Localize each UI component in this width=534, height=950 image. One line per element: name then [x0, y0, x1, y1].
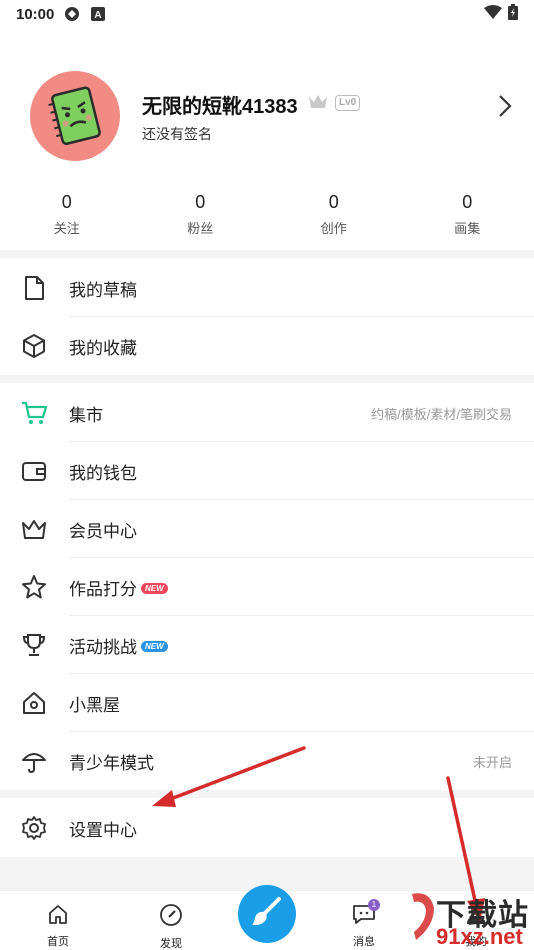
signature: 还没有签名 [142, 126, 212, 142]
menu-item-vip[interactable]: 会员中心 [0, 500, 534, 558]
stats-bar: 0 关注 0 粉丝 0 创作 0 画集 [0, 192, 534, 244]
menu-item-challenge[interactable]: 活动挑战 NEW [0, 616, 534, 674]
keyboard-a-icon: A [90, 6, 106, 22]
nav-discover[interactable]: 发现 [141, 903, 201, 950]
section-separator [0, 375, 534, 383]
create-button[interactable] [238, 885, 296, 943]
crown-badge-icon [308, 93, 328, 114]
level-badge: Lv0 [335, 95, 361, 111]
stat-value: 0 [462, 192, 473, 212]
teen-mode-status: 未开启 [472, 754, 512, 770]
market-hint: 约稿/模板/素材/笔刷交易 [371, 406, 512, 422]
avatar[interactable] [30, 71, 120, 161]
cart-icon [20, 399, 48, 427]
menu-label: 我的钱包 [69, 463, 137, 483]
nav-home[interactable]: 首页 [28, 903, 88, 949]
gear-icon [20, 814, 48, 842]
status-bar: 10:00 A [0, 0, 534, 28]
crown-icon [20, 515, 48, 543]
menu-label: 作品打分 NEW [69, 575, 168, 600]
menu-item-favorites[interactable]: 我的收藏 [0, 317, 534, 375]
stat-value: 0 [61, 192, 72, 212]
trophy-icon [20, 631, 48, 659]
nav-label: 消息 [353, 936, 375, 948]
stat-label: 粉丝 [187, 221, 214, 236]
home-icon [47, 905, 69, 929]
section-separator [0, 790, 534, 798]
section-separator [0, 250, 534, 258]
menu-item-drafts[interactable]: 我的草稿 [0, 259, 534, 317]
brush-icon [249, 894, 285, 935]
wallet-icon [20, 457, 48, 485]
menu-label: 青少年模式 [69, 753, 154, 773]
document-icon [20, 274, 48, 302]
rating-label: 作品打分 [69, 579, 137, 599]
menu-label: 设置中心 [69, 820, 137, 840]
stat-label: 关注 [53, 221, 80, 236]
chat-icon [352, 905, 376, 929]
status-time: 10:00 [16, 5, 55, 23]
profile-header[interactable]: 无限的短靴41383 Lv0 还没有签名 [0, 66, 534, 166]
nav-label: 首页 [47, 936, 69, 948]
stat-works[interactable]: 0 创作 [267, 192, 401, 244]
messages-badge: 1 [368, 899, 380, 911]
house-icon [20, 689, 48, 717]
watermark-emblem-icon [412, 893, 434, 940]
challenge-label: 活动挑战 [69, 637, 137, 657]
menu-item-market[interactable]: 集市 约稿/模板/素材/笔刷交易 [0, 384, 534, 442]
star-icon [20, 573, 48, 601]
menu-label: 我的收藏 [69, 338, 137, 358]
umbrella-icon [20, 747, 48, 775]
compass-icon [159, 904, 183, 931]
battery-icon [508, 4, 518, 24]
menu-item-teen-mode[interactable]: 青少年模式 未开启 [0, 732, 534, 790]
menu-label: 集市 [69, 405, 103, 425]
chevron-right-icon[interactable] [498, 94, 512, 123]
stat-label: 画集 [454, 221, 481, 236]
nav-messages[interactable]: 1 消息 [334, 899, 394, 949]
new-badge: NEW [141, 582, 168, 594]
svg-text:A: A [95, 10, 102, 21]
menu-label: 活动挑战 NEW [69, 633, 168, 658]
menu-label: 小黑屋 [69, 695, 120, 715]
menu-item-blackroom[interactable]: 小黑屋 [0, 674, 534, 732]
username: 无限的短靴41383 [142, 96, 298, 118]
nav-label: 发现 [160, 938, 182, 950]
notebook-mascot-icon [48, 86, 101, 146]
menu-label: 我的草稿 [69, 280, 137, 300]
menu-item-wallet[interactable]: 我的钱包 [0, 442, 534, 500]
cube-icon [20, 332, 48, 360]
stat-value: 0 [328, 192, 339, 212]
wifi-icon [484, 5, 502, 23]
stat-albums[interactable]: 0 画集 [401, 192, 534, 244]
menu-item-rating[interactable]: 作品打分 NEW [0, 558, 534, 616]
menu-label: 会员中心 [69, 521, 137, 541]
stat-label: 创作 [320, 221, 347, 236]
stat-following[interactable]: 0 关注 [0, 192, 134, 244]
watermark-line2: 91xz.net [436, 924, 523, 949]
stat-followers[interactable]: 0 粉丝 [134, 192, 268, 244]
new-badge: NEW [141, 640, 168, 652]
stat-value: 0 [195, 192, 206, 212]
menu-item-settings[interactable]: 设置中心 [0, 799, 534, 857]
sync-icon [64, 6, 80, 22]
